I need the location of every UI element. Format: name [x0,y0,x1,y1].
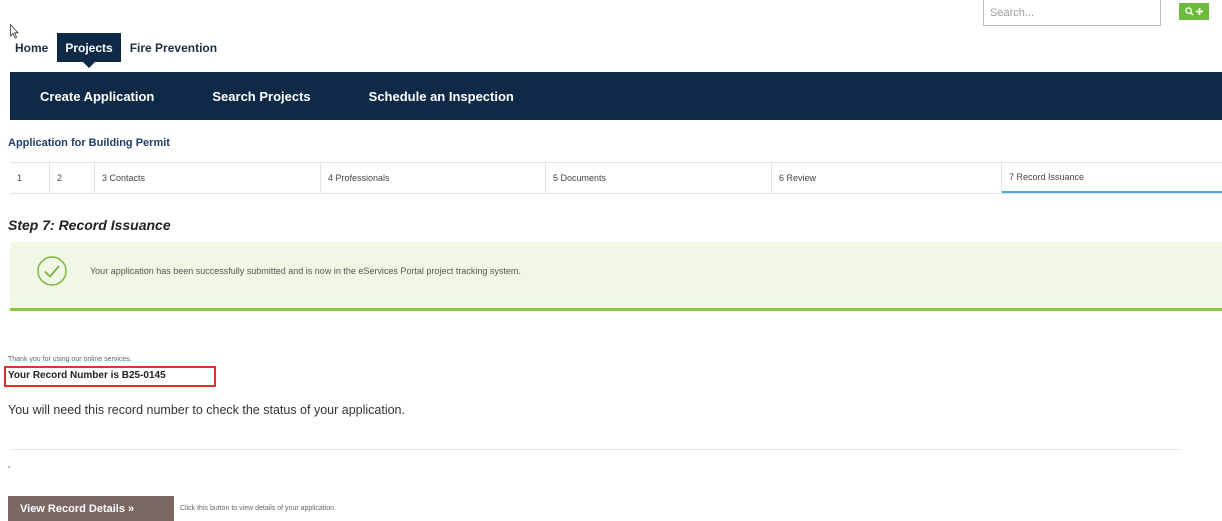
step-6-review[interactable]: 6 Review [772,163,1002,193]
step-2[interactable]: 2 [50,163,95,193]
divider [10,449,1180,450]
menu-schedule-inspection[interactable]: Schedule an Inspection [369,89,514,104]
step-4-professionals[interactable]: 4 Professionals [321,163,546,193]
search-icon [1185,7,1194,16]
search-button[interactable] [1179,3,1209,20]
success-notice: Your application has been successfully s… [10,242,1222,311]
view-details-hint: Click this button to view details of you… [180,505,337,512]
step-1[interactable]: 1 [10,163,50,193]
step-7-record-issuance[interactable]: 7 Record Issuance [1002,163,1222,193]
top-nav: Home Projects Fire Prevention [10,33,226,68]
plus-icon [1196,8,1203,15]
step-5-documents[interactable]: 5 Documents [546,163,772,193]
tab-projects[interactable]: Projects [57,33,121,68]
step-progress-bar: 1 2 3 Contacts 4 Professionals 5 Documen… [10,162,1222,194]
menu-create-application[interactable]: Create Application [40,89,154,104]
thank-you-text: Thank you for using our online services. [8,356,132,363]
check-circle-icon [37,256,67,286]
bullet-dot [8,466,10,468]
menu-search-projects[interactable]: Search Projects [212,89,310,104]
record-number: Your Record Number is B25-0145 [8,370,166,381]
step-3-contacts[interactable]: 3 Contacts [95,163,321,193]
search-input[interactable] [983,0,1161,26]
tab-fire-prevention[interactable]: Fire Prevention [125,33,222,62]
search-area [983,0,1222,28]
step-heading: Step 7: Record Issuance [8,217,171,233]
record-instructions: You will need this record number to chec… [8,403,405,417]
view-record-details-button[interactable]: View Record Details » [8,496,174,521]
main-menu-bar: Create Application Search Projects Sched… [10,72,1222,120]
tab-home[interactable]: Home [10,33,53,62]
success-message: Your application has been successfully s… [90,266,521,276]
application-title: Application for Building Permit [8,137,170,149]
